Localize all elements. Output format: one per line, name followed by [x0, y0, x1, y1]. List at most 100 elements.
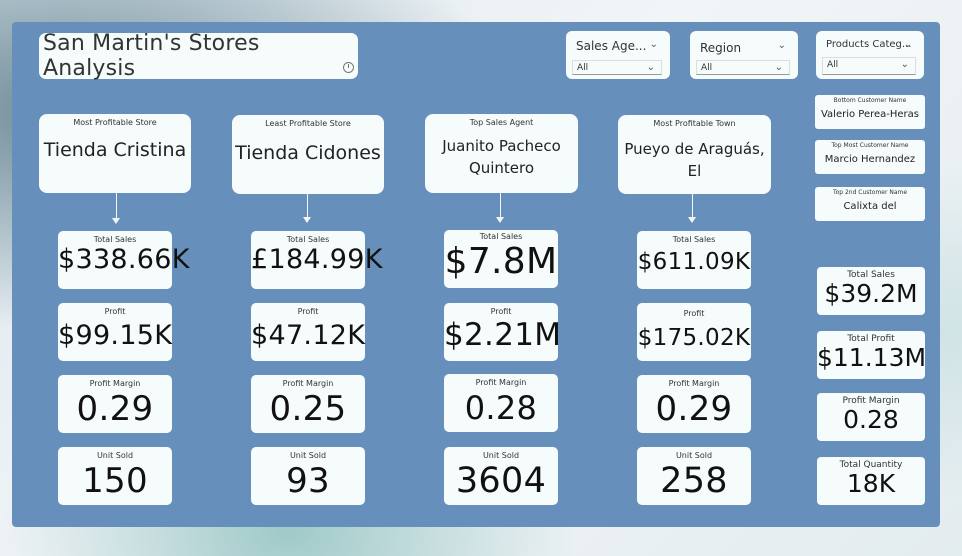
arrow-down-icon: [112, 218, 120, 224]
card-caption: Top Sales Agent: [469, 118, 534, 127]
slicer-region-value: All: [701, 63, 713, 73]
card-value: Tienda Cristina: [43, 139, 187, 161]
kpi-value: 3604: [455, 461, 547, 501]
slicer-sales-agent-dropdown[interactable]: All ⌄: [572, 60, 662, 75]
top-2nd-customer-card: Top 2nd Customer Name Calixta del: [815, 187, 925, 221]
arrow-down-icon: [303, 217, 311, 223]
kpi-caption: Profit: [104, 307, 126, 316]
card-caption: Bottom Customer Name: [833, 97, 907, 104]
arrow-down-icon: [688, 217, 696, 223]
card-value-line-1: Pueyo de Araguás,: [624, 140, 765, 158]
kpi-value: 0.29: [76, 389, 154, 429]
chevron-down-icon: ⌄: [900, 59, 909, 70]
kpi-value: 0.29: [655, 389, 733, 429]
page-title: San Martin's Stores Analysis: [43, 31, 260, 81]
kpi-value: 93: [286, 461, 330, 501]
card-value: Tienda Cidones: [235, 142, 381, 164]
kpi-caption: Profit Margin: [668, 379, 720, 388]
slicer-product-category-value: All: [827, 60, 839, 70]
kpi-caption: Unit Sold: [96, 451, 134, 460]
card-value-line-2: Quintero: [468, 159, 535, 177]
card-value: Calixta del: [843, 201, 897, 212]
card-caption: Most Profitable Store: [73, 118, 157, 127]
kpi-value: £184.99K: [251, 244, 383, 275]
most-profitable-store-card: Most Profitable Store Tienda Cristina: [39, 114, 191, 193]
kpi-total-sales: Total Sales $338.66K: [58, 231, 189, 289]
kpi-value: 258: [660, 461, 728, 501]
kpi-caption: Profit: [490, 307, 512, 316]
card-caption: Top Most Customer Name: [831, 142, 909, 149]
report-title-card: San Martin's Stores Analysis: [39, 31, 358, 81]
kpi-value: 0.28: [843, 405, 899, 434]
card-value: Valerio Perea-Heras: [820, 109, 920, 120]
slicer-sales-agent-value: All: [577, 63, 589, 73]
least-profitable-store-card: Least Profitable Store Tienda Cidones: [232, 115, 384, 194]
slicer-region-label: Region: [700, 41, 742, 55]
kpi-value: $99.15K: [58, 320, 173, 351]
kpi-value: $2.21M: [444, 317, 562, 353]
slicer-product-category-dropdown[interactable]: All ⌄: [822, 57, 916, 75]
kpi-units-sold: Unit Sold 150: [58, 447, 172, 505]
card-caption: Most Profitable Town: [653, 119, 736, 128]
summary-total-quantity: Total Quantity 18K: [817, 457, 925, 505]
chevron-down-icon[interactable]: ⌄: [778, 40, 786, 51]
summary-total-profit: Total Profit $11.13M: [817, 331, 927, 379]
kpi-units-sold: Unit Sold 3604: [444, 447, 558, 505]
kpi-caption: Profit: [297, 307, 319, 316]
kpi-profit: Profit $99.15K: [58, 303, 172, 361]
chevron-down-icon[interactable]: ⌄: [650, 39, 658, 50]
slicer-region-dropdown[interactable]: All ⌄: [696, 60, 790, 75]
kpi-caption: Profit Margin: [282, 379, 334, 388]
chevron-down-icon: ⌄: [774, 62, 783, 73]
top-customer-card: Top Most Customer Name Marcio Hernandez: [815, 140, 925, 174]
kpi-profit-margin: Profit Margin 0.25: [251, 375, 365, 433]
card-caption: Least Profitable Store: [265, 119, 351, 128]
kpi-value: 150: [82, 461, 148, 501]
chevron-down-icon[interactable]: ⌄: [904, 39, 912, 50]
card-value: Marcio Hernandez: [824, 154, 916, 165]
kpi-caption: Total Sales: [672, 235, 716, 244]
kpi-units-sold: Unit Sold 258: [637, 447, 751, 505]
summary-total-sales: Total Sales $39.2M: [817, 267, 925, 315]
kpi-value: 18K: [846, 469, 896, 498]
kpi-total-sales: Total Sales £184.99K: [251, 231, 383, 289]
kpi-value: $7.8M: [444, 241, 558, 282]
connector-line: [116, 193, 117, 219]
kpi-caption: Unit Sold: [289, 451, 327, 460]
kpi-caption: Unit Sold: [675, 451, 713, 460]
kpi-total-sales: Total Sales $7.8M: [444, 230, 558, 288]
connector-line: [692, 194, 693, 218]
card-value-line-1: Juanito Pacheco: [442, 137, 561, 155]
summary-profit-margin: Profit Margin 0.28: [817, 393, 925, 441]
kpi-profit: Profit $47.12K: [251, 303, 365, 361]
kpi-profit-margin: Profit Margin 0.29: [58, 375, 172, 433]
kpi-total-sales: Total Sales $611.09K: [637, 231, 751, 289]
connector-line: [307, 194, 308, 218]
kpi-units-sold: Unit Sold 93: [251, 447, 365, 505]
slicer-region[interactable]: Region ⌄ All ⌄: [690, 31, 798, 79]
chevron-down-icon: ⌄: [646, 62, 655, 73]
slicer-product-category-label: Products Categ...: [826, 39, 912, 50]
kpi-profit: Profit $2.21M: [444, 303, 562, 361]
kpi-value: $39.2M: [824, 279, 918, 308]
kpi-caption: Profit Margin: [89, 379, 141, 388]
top-sales-agent-card: Top Sales Agent Juanito Pacheco Quintero: [425, 114, 578, 193]
slicer-sales-agent[interactable]: Sales Age... ⌄ All ⌄: [566, 31, 670, 79]
kpi-value: $47.12K: [251, 320, 366, 351]
bottom-customer-card: Bottom Customer Name Valerio Perea-Heras: [815, 95, 925, 129]
arrow-down-icon: [496, 217, 504, 223]
card-value-line-2: El: [687, 162, 702, 180]
card-caption: Top 2nd Customer Name: [832, 189, 908, 196]
connector-line: [500, 193, 501, 218]
kpi-profit-margin: Profit Margin 0.29: [637, 375, 751, 433]
kpi-profit-margin: Profit Margin 0.28: [444, 374, 558, 432]
kpi-caption: Profit Margin: [475, 378, 527, 387]
kpi-value: 0.25: [269, 389, 347, 429]
slicer-product-category[interactable]: Products Categ... ⌄ All ⌄: [816, 31, 924, 79]
kpi-profit: Profit $175.02K: [637, 303, 751, 361]
most-profitable-town-card: Most Profitable Town Pueyo de Araguás, E…: [618, 115, 771, 194]
kpi-value: $11.13M: [817, 343, 927, 372]
slicer-sales-agent-label: Sales Age...: [576, 39, 647, 53]
kpi-value: $611.09K: [637, 249, 751, 275]
kpi-value: 0.28: [464, 389, 538, 427]
